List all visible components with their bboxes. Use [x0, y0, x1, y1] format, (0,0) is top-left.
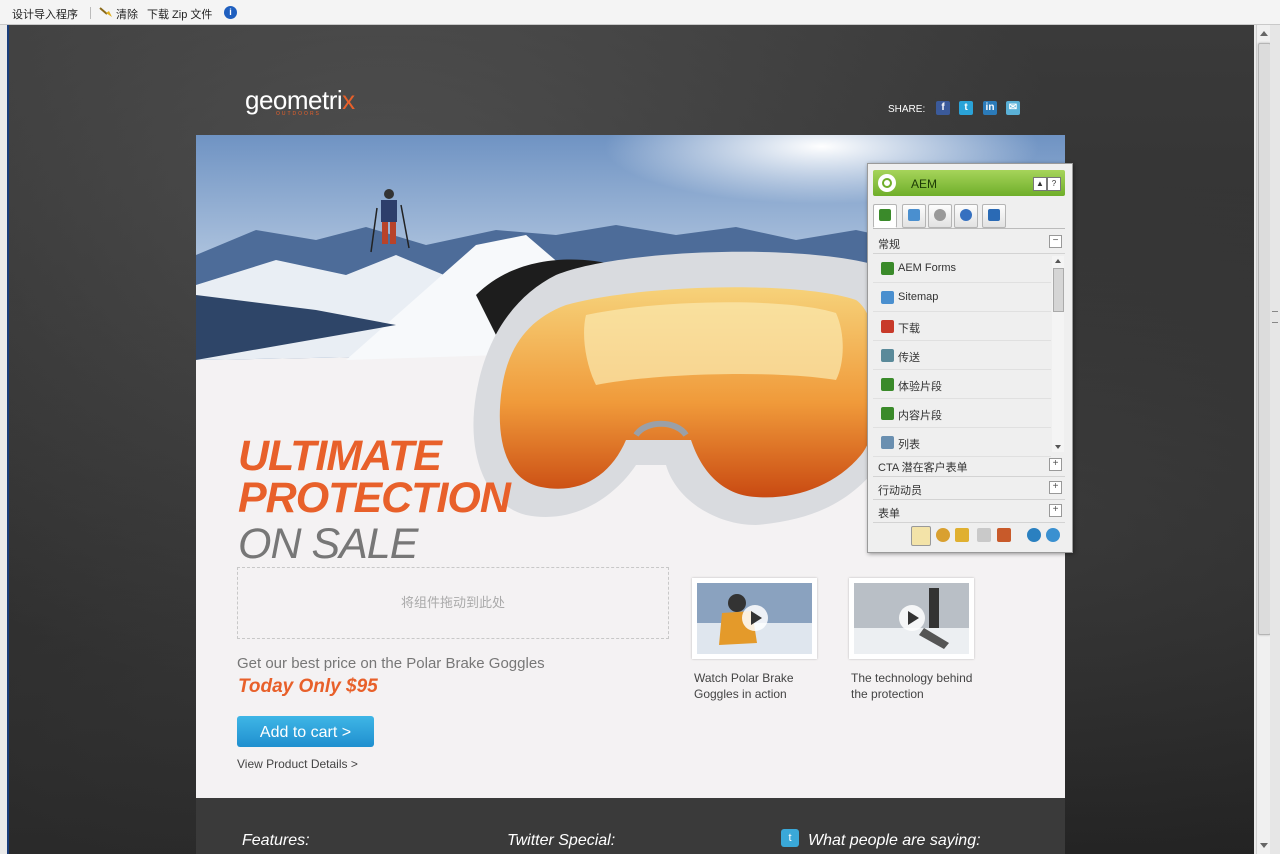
component-icon [881, 407, 894, 420]
info-icon[interactable]: i [224, 6, 237, 19]
scroll-thumb[interactable] [1053, 268, 1064, 312]
video-thumbnail-2[interactable] [849, 578, 974, 659]
component-content-fragment[interactable]: 内容片段 [873, 399, 1051, 428]
group-forms[interactable]: 表单 + [873, 501, 1065, 523]
headline-line2: PROTECTION [238, 474, 511, 522]
linkedin-icon[interactable]: in [983, 101, 997, 115]
video-caption-1[interactable]: Watch Polar Brake Goggles in action [694, 670, 824, 702]
video-thumbnail-1[interactable] [692, 578, 817, 659]
group-general[interactable]: 常规 − [873, 232, 1065, 254]
expand-group-icon[interactable]: + [1049, 504, 1062, 517]
design-importer-link[interactable]: 设计导入程序 [12, 6, 78, 22]
testimonials-heading: What people are saying: [808, 832, 981, 849]
components-tab[interactable] [873, 204, 897, 228]
twitter-special-heading: Twitter Special: [507, 832, 616, 849]
sidekick-tabs [873, 204, 1065, 229]
view-details-link[interactable]: View Product Details > [237, 757, 358, 771]
price-text: Today Only $95 [238, 676, 378, 697]
component-list[interactable]: 列表 [873, 428, 1051, 457]
logo-tagline: OUTDOORS [276, 111, 321, 117]
facebook-icon[interactable]: f [936, 101, 950, 115]
features-heading: Features: [242, 832, 310, 849]
import-toolbar: 设计导入程序 清除 下载 Zip 文件 i [0, 0, 1280, 25]
page-scrollbar[interactable] [1256, 25, 1271, 854]
twitter-icon[interactable]: t [959, 101, 973, 115]
expand-group-icon[interactable]: + [1049, 458, 1062, 471]
component-teleport[interactable]: 传送 [873, 341, 1051, 370]
aem-logo-icon [878, 174, 896, 192]
share-label: SHARE: [888, 104, 926, 115]
promo-text: Get our best price on the Polar Brake Go… [237, 655, 545, 672]
component-download[interactable]: 下载 [873, 312, 1051, 341]
sidekick-title: AEM [911, 177, 938, 191]
scroll-up-icon[interactable] [1055, 259, 1061, 263]
globe-icon[interactable] [1027, 528, 1041, 542]
design-icon[interactable] [955, 528, 969, 542]
headline-line3: ON SALE [238, 520, 418, 568]
edit-icon[interactable] [911, 526, 931, 546]
component-icon [881, 378, 894, 391]
preview-icon[interactable] [977, 528, 991, 542]
component-icon [881, 262, 894, 275]
broom-icon[interactable] [99, 6, 113, 18]
resize-grip-icon[interactable] [1272, 311, 1278, 323]
sidekick-footer [873, 524, 1065, 548]
list-icon [881, 436, 894, 449]
collapse-group-icon[interactable]: − [1049, 235, 1062, 248]
component-list-scrollbar[interactable] [1052, 256, 1064, 452]
resize-strip[interactable] [1270, 25, 1280, 854]
download-icon [881, 320, 894, 333]
add-to-cart-button[interactable]: Add to cart > [237, 716, 374, 747]
group-cta-lead-form[interactable]: CTA 潜在客户表单 + [873, 455, 1065, 477]
toolbar-divider [90, 7, 91, 19]
component-icon [881, 349, 894, 362]
scroll-down-icon[interactable] [1055, 445, 1061, 449]
versions-tab[interactable] [954, 204, 978, 228]
sidekick-header[interactable]: AEM ▲ ? [873, 170, 1065, 196]
component-sitemap[interactable]: Sitemap [873, 283, 1051, 312]
page-tab[interactable] [902, 204, 926, 228]
group-call-to-action[interactable]: 行动动员 + [873, 478, 1065, 500]
email-icon[interactable]: ✉ [1006, 101, 1020, 115]
twitter-bird-icon: t [781, 829, 799, 847]
component-aem-forms[interactable]: AEM Forms [873, 254, 1051, 283]
collapse-icon[interactable]: ▲ [1033, 177, 1047, 191]
scroll-up-icon[interactable] [1260, 31, 1268, 36]
video-caption-2[interactable]: The technology behind the protection [851, 670, 981, 702]
sitemap-icon [881, 291, 894, 304]
clear-link[interactable]: 清除 [116, 6, 138, 22]
help-icon[interactable]: ? [1047, 177, 1061, 191]
download-zip-link[interactable]: 下载 Zip 文件 [147, 6, 212, 22]
inspect-icon[interactable] [936, 528, 950, 542]
lock-tab[interactable] [928, 204, 952, 228]
component-dropzone[interactable]: 将组件拖动到此处 [237, 567, 669, 639]
refresh-icon[interactable] [1046, 528, 1060, 542]
scroll-down-icon[interactable] [1260, 843, 1268, 848]
component-experience-fragment[interactable]: 体验片段 [873, 370, 1051, 399]
expand-group-icon[interactable]: + [1049, 481, 1062, 494]
aem-sidekick[interactable]: AEM ▲ ? 常规 − AEM Forms Sitemap 下载 传送 体验片… [867, 163, 1073, 553]
workflow-tab[interactable] [982, 204, 1006, 228]
scaffold-icon[interactable] [997, 528, 1011, 542]
